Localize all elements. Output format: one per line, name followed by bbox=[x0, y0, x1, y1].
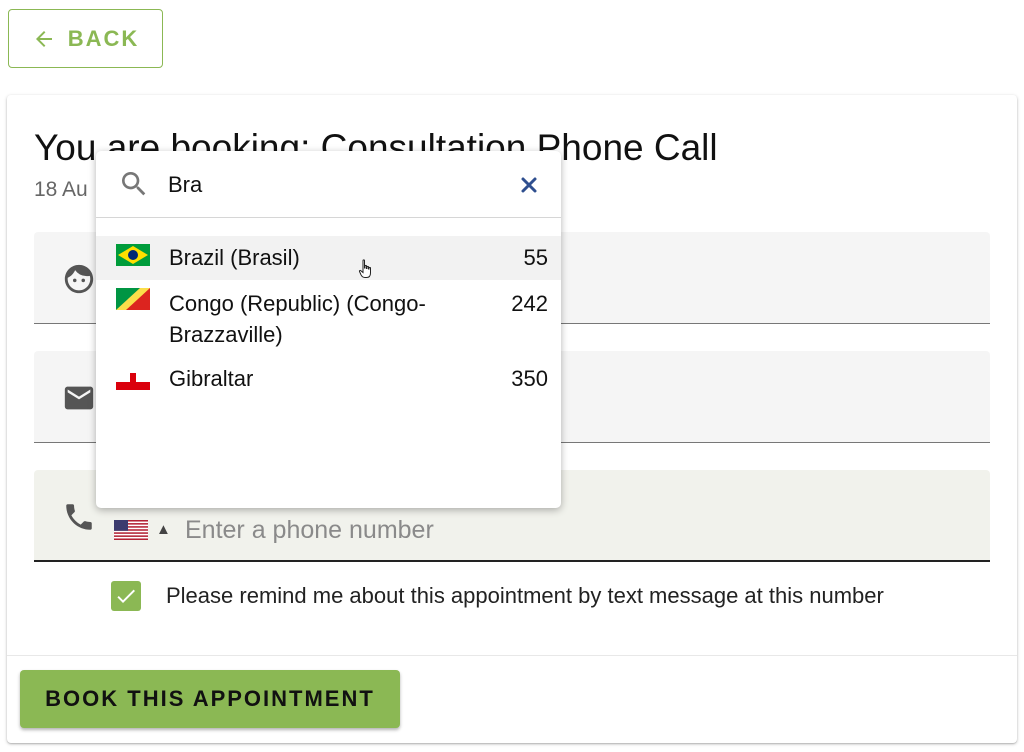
country-name: Brazil (Brasil) bbox=[169, 245, 300, 270]
back-button-label: BACK bbox=[67, 25, 140, 51]
book-appointment-button[interactable]: BOOK THIS APPOINTMENT bbox=[20, 670, 400, 728]
country-code: 55 bbox=[523, 245, 548, 270]
checkmark-icon bbox=[117, 589, 135, 603]
reminder-checkbox[interactable] bbox=[111, 581, 141, 611]
country-name: Congo (Republic) (Congo-Brazzaville) bbox=[169, 291, 426, 347]
hand-pointer-cursor-icon bbox=[358, 259, 371, 278]
phone-icon bbox=[66, 504, 92, 530]
gibraltar-flag-icon bbox=[116, 368, 150, 390]
us-flag-icon[interactable] bbox=[114, 520, 148, 540]
reminder-option[interactable]: Please remind me about this appointment … bbox=[111, 581, 884, 611]
back-button[interactable]: BACK bbox=[8, 9, 163, 68]
arrow-left-icon bbox=[35, 30, 52, 47]
country-search-row bbox=[96, 151, 561, 218]
close-icon[interactable] bbox=[519, 175, 539, 195]
phone-input[interactable] bbox=[185, 512, 885, 548]
booking-page: BACK You are booking: Consultation Phone… bbox=[0, 0, 1024, 752]
country-option-gibraltar[interactable]: Gibraltar 350 bbox=[96, 360, 561, 400]
country-code: 350 bbox=[511, 366, 548, 391]
card-divider bbox=[7, 655, 1017, 656]
search-icon bbox=[122, 172, 146, 196]
country-select-caret-icon[interactable]: ▲ bbox=[156, 521, 171, 538]
country-option-congo[interactable]: Congo (Republic) (Congo-Brazzaville) 242 bbox=[96, 284, 561, 352]
country-code: 242 bbox=[511, 291, 548, 316]
country-dropdown: Brazil (Brasil) 55 Congo (Republic) (Con… bbox=[96, 151, 561, 508]
country-option-brazil[interactable]: Brazil (Brasil) 55 bbox=[96, 236, 561, 280]
country-name: Gibraltar bbox=[169, 366, 254, 391]
brazil-flag-icon bbox=[116, 244, 150, 266]
booking-date: 18 Au bbox=[34, 178, 88, 201]
email-icon bbox=[64, 386, 94, 410]
face-icon bbox=[64, 264, 94, 294]
congo-flag-icon bbox=[116, 288, 150, 310]
country-search-input[interactable] bbox=[168, 169, 498, 201]
reminder-label: Please remind me about this appointment … bbox=[166, 583, 884, 608]
